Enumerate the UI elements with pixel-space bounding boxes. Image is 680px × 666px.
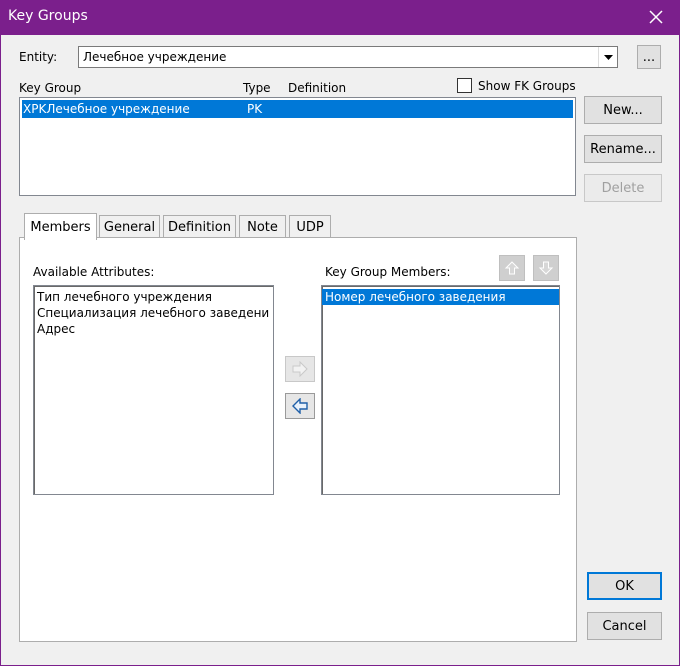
move-down-button[interactable]	[533, 255, 559, 281]
entity-dropdown-button[interactable]	[598, 47, 617, 67]
tab-udp[interactable]: UDP	[289, 215, 331, 239]
list-item[interactable]: Специализация лечебного заведени	[34, 305, 273, 321]
available-attributes-list[interactable]: Тип лечебного учреждения Специализация л…	[33, 285, 274, 495]
chevron-down-icon	[603, 54, 613, 60]
add-member-button[interactable]	[285, 356, 315, 382]
key-group-members-list[interactable]: Номер лечебного заведения	[321, 285, 560, 495]
move-up-button[interactable]	[499, 255, 525, 281]
entity-value: Лечебное учреждение	[83, 50, 227, 64]
cancel-button[interactable]: Cancel	[587, 612, 662, 640]
key-group-type: PK	[247, 102, 263, 116]
close-button[interactable]	[640, 4, 672, 30]
title-bar[interactable]: Key Groups	[0, 0, 680, 35]
remove-member-button[interactable]	[285, 393, 315, 419]
tab-members[interactable]: Members	[24, 213, 97, 240]
ok-button[interactable]: OK	[587, 572, 662, 600]
tab-general[interactable]: General	[99, 215, 160, 239]
delete-button[interactable]: Delete	[584, 174, 662, 202]
tab-note[interactable]: Note	[239, 215, 286, 239]
checkbox-box[interactable]	[457, 78, 472, 93]
list-item[interactable]: Номер лечебного заведения	[322, 289, 559, 305]
tab-definition[interactable]: Definition	[163, 215, 236, 239]
show-fk-groups-label: Show FK Groups	[478, 78, 576, 93]
arrow-left-icon	[292, 398, 308, 414]
available-attributes-label: Available Attributes:	[33, 265, 155, 279]
key-group-list[interactable]: XPKЛечебное учреждение PK	[19, 97, 576, 196]
entity-label: Entity:	[19, 50, 58, 64]
show-fk-groups-checkbox[interactable]: Show FK Groups	[457, 78, 576, 93]
arrow-up-icon	[504, 261, 520, 275]
window-title: Key Groups	[8, 8, 88, 24]
column-header-definition: Definition	[288, 81, 347, 95]
table-row[interactable]: XPKЛечебное учреждение PK	[22, 100, 573, 118]
list-item[interactable]: Тип лечебного учреждения	[34, 289, 273, 305]
entity-browse-button[interactable]: ...	[637, 45, 661, 69]
column-header-type: Type	[243, 81, 271, 95]
new-button[interactable]: New...	[584, 96, 662, 124]
rename-button[interactable]: Rename...	[584, 135, 662, 163]
entity-combo[interactable]: Лечебное учреждение	[78, 46, 618, 68]
list-item[interactable]: Адрес	[34, 321, 273, 337]
key-group-members-label: Key Group Members:	[325, 265, 451, 279]
close-icon	[649, 10, 663, 24]
key-group-name: XPKЛечебное учреждение	[23, 102, 190, 116]
column-header-key-group: Key Group	[19, 81, 82, 95]
arrow-down-icon	[538, 261, 554, 275]
arrow-right-icon	[292, 361, 308, 377]
